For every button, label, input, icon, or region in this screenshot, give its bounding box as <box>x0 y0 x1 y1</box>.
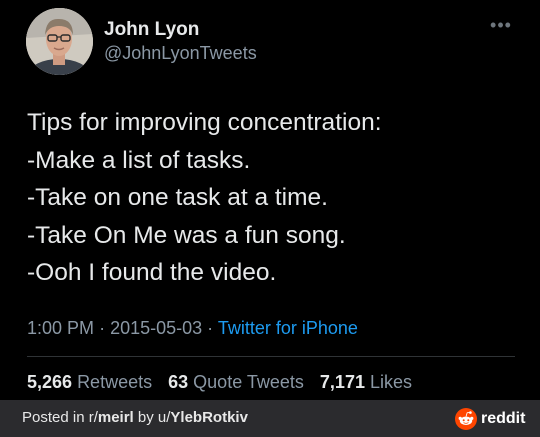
quote-tweets-label: Quote Tweets <box>193 372 304 392</box>
more-horizontal-icon[interactable]: ••• <box>488 16 514 38</box>
tweet-text: Tips for improving concentration: -Make … <box>27 104 527 292</box>
display-name[interactable]: John Lyon <box>104 19 199 41</box>
retweets-count: 5,266 <box>27 372 73 392</box>
quote-tweets-stat[interactable]: 63 Quote Tweets <box>168 372 304 392</box>
reddit-footer-bar: Posted in r/meirl by u/YlebRotkiv reddit <box>0 400 540 437</box>
posted-in-text: Posted in r/meirl by u/YlebRotkiv <box>22 409 248 426</box>
tweet-date[interactable]: 2015-05-03 <box>110 318 202 338</box>
tweet-text-line: -Take On Me was a fun song. <box>27 221 346 249</box>
tweet-text-line: Tips for improving concentration: <box>27 109 382 136</box>
quote-tweets-count: 63 <box>168 372 189 392</box>
username-link[interactable]: YlebRotkiv <box>170 409 248 426</box>
likes-count: 7,171 <box>319 372 365 392</box>
tweet-stats: 5,266 Retweets 63 Quote Tweets 7,171 Lik… <box>27 372 423 393</box>
retweets-label: Retweets <box>77 372 153 392</box>
reddit-wordmark: reddit <box>481 410 526 427</box>
retweets-stat[interactable]: 5,266 Retweets <box>27 372 152 392</box>
likes-label: Likes <box>369 372 413 392</box>
reddit-snoo-icon <box>455 408 477 430</box>
posted-in-label: Posted in r/ <box>22 409 98 426</box>
avatar[interactable] <box>26 8 93 75</box>
subreddit-link[interactable]: meirl <box>98 409 134 426</box>
tweet-card: John Lyon @JohnLyonTweets ••• Tips for i… <box>0 0 540 400</box>
meta-separator: · <box>99 318 106 338</box>
tweet-source-link[interactable]: Twitter for iPhone <box>218 318 358 338</box>
meta-separator: · <box>207 318 214 338</box>
tweet-text-line: -Ooh I found the video. <box>27 259 277 286</box>
likes-stat[interactable]: 7,171 Likes <box>320 372 412 392</box>
tweet-metadata: 1:00 PM · 2015-05-03 · Twitter for iPhon… <box>27 318 358 339</box>
tweet-text-line: -Take on one task at a time. <box>27 184 328 211</box>
tweet-text-line: -Make a list of tasks. <box>27 146 251 174</box>
avatar-photo-icon <box>26 8 93 75</box>
tweet-time[interactable]: 1:00 PM <box>27 318 94 338</box>
user-handle[interactable]: @JohnLyonTweets <box>104 43 257 64</box>
divider <box>27 356 515 357</box>
by-label: by u/ <box>133 409 171 426</box>
